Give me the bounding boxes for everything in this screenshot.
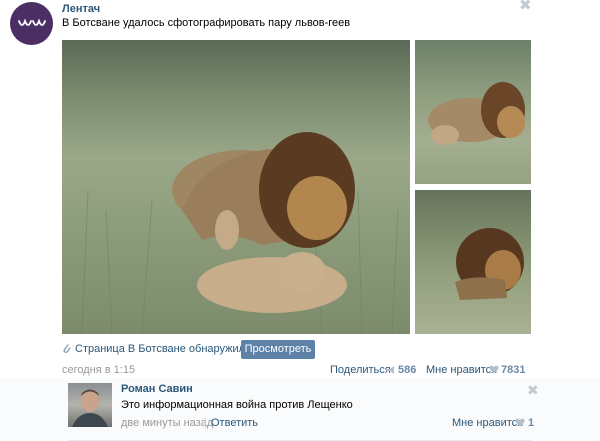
like-count[interactable]: 7831 (501, 364, 525, 376)
comment-text: Это информационная война против Лещенко (121, 399, 353, 411)
lions-photo-illustration (428, 82, 525, 145)
lions-photo-illustration (81, 132, 399, 334)
megaphone-icon[interactable] (385, 365, 396, 375)
share-button[interactable]: Поделиться (330, 364, 391, 376)
heart-icon[interactable] (489, 365, 499, 374)
heart-icon[interactable] (515, 418, 525, 427)
photo-lion-bottom-right[interactable] (415, 190, 531, 334)
attached-page-link[interactable]: Страница В Ботсване обнаружили.. (75, 343, 257, 355)
commenter-avatar[interactable] (68, 383, 112, 427)
person-avatar-illustration (72, 389, 108, 427)
comment-like-count[interactable]: 1 (528, 417, 534, 429)
lion-photo-illustration (455, 228, 524, 300)
comment-item: Роман Савин ✖ Это информационная война п… (0, 378, 600, 441)
photo-lions-main[interactable] (62, 40, 410, 334)
lentach-logo-icon (17, 17, 46, 26)
comment-timestamp[interactable]: две минуты назад (121, 417, 213, 429)
post-timestamp[interactable]: сегодня в 1:15 (62, 364, 135, 376)
reply-link[interactable]: Ответить (211, 417, 258, 429)
group-name-link[interactable]: Лентач (62, 3, 100, 15)
paperclip-icon (63, 344, 71, 354)
group-avatar[interactable] (10, 2, 53, 45)
share-count[interactable]: 586 (398, 364, 416, 376)
news-feed-post: Лентач ✖ В Ботсване удалось сфотографиро… (0, 0, 600, 441)
close-icon[interactable]: ✖ (527, 382, 539, 399)
comment-like-button[interactable]: Мне нравится (452, 417, 523, 429)
close-icon[interactable]: ✖ (519, 0, 532, 14)
like-button[interactable]: Мне нравится (426, 364, 497, 376)
post-text: В Ботсване удалось сфотографировать пару… (62, 17, 351, 29)
view-button[interactable]: Просмотреть (241, 340, 315, 359)
comment-author-link[interactable]: Роман Савин (121, 383, 193, 395)
comment-separator: | (204, 417, 207, 429)
photo-lions-top-right[interactable] (415, 40, 531, 184)
